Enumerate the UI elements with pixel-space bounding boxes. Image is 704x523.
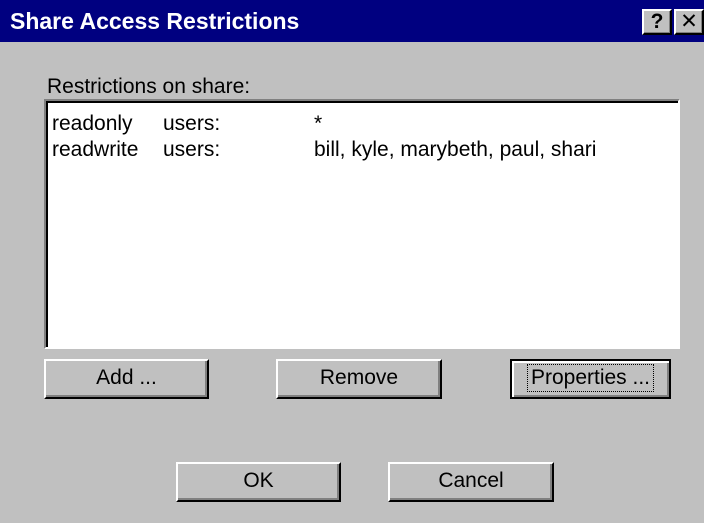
ok-button[interactable]: OK bbox=[176, 462, 341, 502]
access-mode: readwrite bbox=[52, 138, 139, 161]
cancel-button[interactable]: Cancel bbox=[388, 462, 554, 502]
window-title: Share Access Restrictions bbox=[10, 8, 300, 34]
share-access-restrictions-dialog: Share Access Restrictions ? ✕ Restrictio… bbox=[0, 0, 704, 523]
restrictions-listbox[interactable]: readonly users: * readwrite users: bill,… bbox=[44, 99, 680, 349]
restrictions-label: Restrictions on share: bbox=[47, 75, 251, 98]
list-item[interactable]: readonly users: * bbox=[46, 111, 678, 137]
principal-list: * bbox=[314, 112, 323, 135]
add-button[interactable]: Add ... bbox=[44, 359, 209, 399]
list-item[interactable]: readwrite users: bill, kyle, marybeth, p… bbox=[46, 137, 678, 163]
principal-list: bill, kyle, marybeth, paul, shari bbox=[314, 138, 597, 161]
close-icon: ✕ bbox=[680, 10, 698, 33]
help-button[interactable]: ? bbox=[642, 9, 672, 35]
close-button[interactable]: ✕ bbox=[674, 9, 704, 35]
remove-button[interactable]: Remove bbox=[276, 359, 442, 399]
title-bar[interactable]: Share Access Restrictions ? ✕ bbox=[0, 0, 704, 42]
properties-button[interactable]: Properties ... bbox=[510, 359, 671, 399]
question-mark-icon: ? bbox=[650, 10, 664, 33]
principal-type: users: bbox=[163, 112, 221, 135]
principal-type: users: bbox=[163, 138, 221, 161]
properties-button-label: Properties ... bbox=[526, 364, 655, 392]
access-mode: readonly bbox=[52, 112, 133, 135]
